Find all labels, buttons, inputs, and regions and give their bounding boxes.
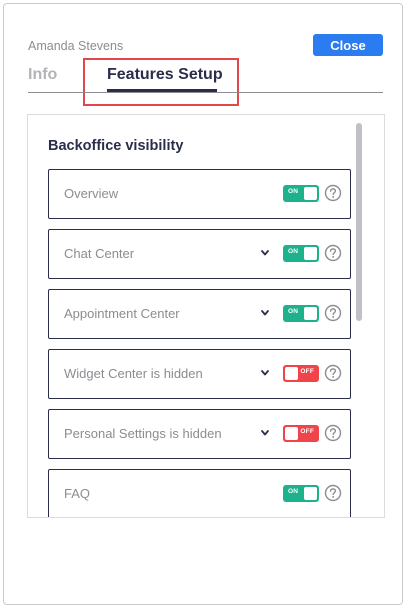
tab-divider [28,92,383,93]
features-content: Backoffice visibility Overview ON Chat Cen… [27,114,385,518]
toggle-knob [304,307,317,320]
scrollbar[interactable] [356,123,362,321]
visibility-toggle[interactable]: OFF [283,425,319,442]
toggle-state-label: ON [288,188,299,195]
question-circle-icon[interactable] [324,184,342,202]
toggle-knob [285,367,298,380]
visibility-toggle[interactable]: OFF [283,365,319,382]
toggle-state-label: ON [288,248,299,255]
feature-row: FAQ ON [48,469,351,517]
feature-label: Chat Center [64,246,135,261]
feature-label: Overview [64,186,119,201]
feature-label: FAQ [64,486,91,501]
feature-row: Appointment Center ON [48,289,351,339]
toggle-state-label: ON [288,308,299,315]
chevron-down-icon[interactable] [259,306,271,320]
chevron-down-icon[interactable] [259,366,271,380]
annotation-highlight-box [83,58,239,106]
chevron-down-icon[interactable] [259,246,271,260]
toggle-state-label: OFF [300,368,314,375]
feature-row: Widget Center is hidden OFF [48,349,351,399]
visibility-toggle[interactable]: ON [283,485,319,502]
feature-row: Overview ON [48,169,351,219]
feature-label: Personal Settings is hidden [64,426,222,441]
toggle-state-label: ON [288,488,299,495]
user-settings-panel: Amanda Stevens Close Info Features Setup… [3,3,403,605]
tab-info[interactable]: Info [28,66,57,84]
toggle-knob [304,247,317,260]
visibility-toggle[interactable]: ON [283,185,319,202]
section-title: Backoffice visibility [48,138,184,154]
visibility-toggle[interactable]: ON [283,305,319,322]
question-circle-icon[interactable] [324,244,342,262]
feature-label: Widget Center is hidden [64,366,203,381]
toggle-knob [285,427,298,440]
chevron-down-icon[interactable] [259,426,271,440]
feature-row: Personal Settings is hidden OFF [48,409,351,459]
question-circle-icon[interactable] [324,364,342,382]
toggle-knob [304,487,317,500]
toggle-state-label: OFF [300,428,314,435]
question-circle-icon[interactable] [324,304,342,322]
user-name: Amanda Stevens [28,39,124,53]
question-circle-icon[interactable] [324,424,342,442]
visibility-toggle[interactable]: ON [283,245,319,262]
question-circle-icon[interactable] [324,484,342,502]
close-button[interactable]: Close [313,34,383,56]
feature-row: Chat Center ON [48,229,351,279]
feature-label: Appointment Center [64,306,180,321]
toggle-knob [304,187,317,200]
